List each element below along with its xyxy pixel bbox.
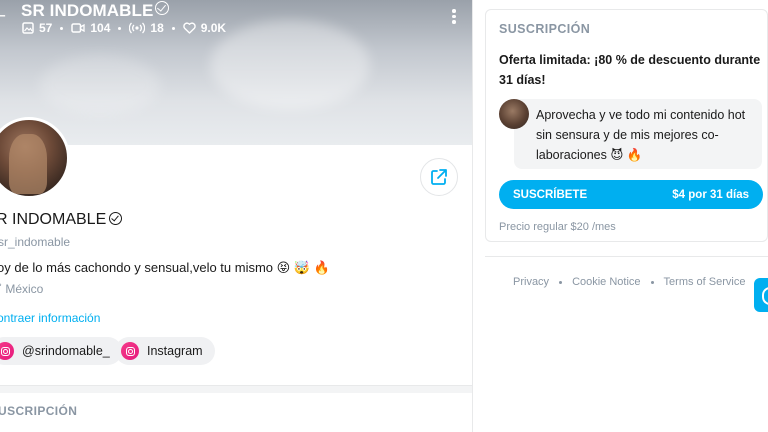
back-arrow-icon[interactable]: – [0,4,5,27]
share-icon [431,169,447,185]
message-avatar [499,99,529,129]
profile-header-bar: – SR INDOMABLE 57 104 18 9.0K [0,0,472,40]
regular-price-text: Precio regular $20 /mes [499,221,616,233]
stat-likes-count: 9.0K [200,21,227,35]
creator-message: Aprovecha y ve todo mi contenido hot sin… [514,99,762,169]
subscription-card-title: SUSCRIPCIÓN [499,22,591,36]
social-link-instagram[interactable]: Instagram [115,337,215,365]
instagram-icon [121,342,139,360]
collapse-info-link[interactable]: ontraer información [0,311,100,325]
social-link-srindomable[interactable]: @srindomable_ [0,337,122,365]
profile-name-text: R INDOMABLE [0,211,107,228]
limited-offer-text: Oferta limitada: ¡80 % de descuento dura… [499,53,761,87]
stat-streams: 18 [129,21,164,35]
instagram-icon [0,342,14,360]
section-divider [0,385,472,393]
help-chat-button[interactable] [754,278,768,312]
stat-likes: 9.0K [183,21,226,35]
location-pin-icon: ˚ [0,282,2,296]
stat-photos: 57 [22,21,52,35]
profile-name: R INDOMABLE [0,211,123,229]
share-button[interactable] [420,158,458,196]
profile-bio: oy de lo más cachondo y sensual,velo tu … [0,260,330,275]
social-link-label: @srindomable_ [22,344,110,358]
subscription-card: SUSCRIPCIÓN Oferta limitada: ¡80 % de de… [485,9,768,242]
broadcast-icon [129,22,146,34]
stat-videos: 104 [71,21,110,35]
footer-link-cookie-notice[interactable]: Cookie Notice [572,276,640,288]
verified-badge-icon [155,1,170,15]
social-link-label: Instagram [147,344,203,358]
image-icon [22,22,34,34]
location-text: México [5,282,44,296]
subscribe-label: SUSCRÍBETE [513,188,588,201]
header-name-text: SR INDOMABLE [21,1,154,20]
subscribe-price: $4 por 31 días [672,188,749,201]
stat-streams-count: 18 [150,21,164,35]
footer-links: Privacy Cookie Notice Terms of Service [513,276,745,288]
subscription-section-heading: USCRIPCIÓN [0,404,78,418]
stat-photos-count: 57 [39,21,53,35]
stat-videos-count: 104 [90,21,111,35]
header-profile-name: SR INDOMABLE [21,1,170,21]
footer-link-terms[interactable]: Terms of Service [664,276,746,288]
footer-divider [485,256,768,257]
profile-column: – SR INDOMABLE 57 104 18 9.0K [0,0,473,432]
profile-location: ˚ México [0,282,43,296]
profile-stats: 57 104 18 9.0K [22,21,226,35]
footer-link-privacy[interactable]: Privacy [513,276,549,288]
subscribe-button[interactable]: SUSCRÍBETE $4 por 31 días [499,180,763,209]
profile-handle: sr_indomable [0,235,71,249]
heart-icon [183,22,196,34]
more-options-icon[interactable] [447,9,461,27]
verified-badge-icon [109,212,123,225]
video-icon [71,23,86,33]
